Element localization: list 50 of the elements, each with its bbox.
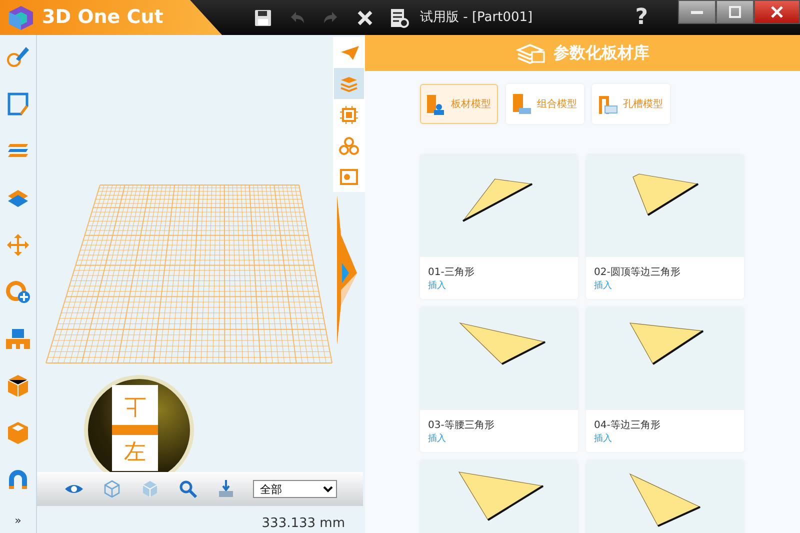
maximize-button[interactable] xyxy=(716,0,754,24)
library-title: 参数化板材库 xyxy=(554,42,650,64)
import-icon xyxy=(216,479,236,499)
insert-link[interactable]: 插入 xyxy=(428,280,446,294)
save-icon xyxy=(253,8,273,28)
search-icon xyxy=(178,479,198,499)
library-tab[interactable]: 板材模型 xyxy=(420,84,498,124)
model-name: 02-圆顶等边三角形 xyxy=(594,266,680,280)
triangle-board-drawing xyxy=(462,178,534,223)
document-title: 试用版 - [Part001] xyxy=(420,8,533,27)
cluster-icon xyxy=(339,136,359,156)
model-name: 01-三角形 xyxy=(428,266,474,280)
close-icon xyxy=(770,5,784,19)
panel-icon xyxy=(511,92,533,116)
model-card[interactable]: 04-等边三角形 插入 xyxy=(586,307,744,452)
cube-edge xyxy=(112,425,158,435)
view-cube[interactable]: 上 左 xyxy=(84,375,194,472)
model-name: 03-等腰三角形 xyxy=(428,419,494,433)
side-tab[interactable] xyxy=(334,68,364,99)
insert-link[interactable]: 插入 xyxy=(428,433,446,446)
distance-readout: 333.133 mm xyxy=(262,514,345,532)
expand-button[interactable]: » xyxy=(14,513,22,530)
logo-icon xyxy=(8,4,34,30)
panel-icon xyxy=(425,92,447,116)
library-tab[interactable]: 组合模型 xyxy=(506,84,584,124)
chip-icon xyxy=(339,104,359,124)
close-window-button[interactable] xyxy=(754,0,800,24)
cube-top-face: 上 xyxy=(112,385,158,425)
cube-icon xyxy=(102,479,122,499)
filter-select[interactable]: 全部 xyxy=(253,480,337,498)
search-button[interactable] xyxy=(177,478,199,500)
maximize-icon xyxy=(728,5,742,19)
gear-add-tool[interactable] xyxy=(4,278,32,306)
gear-add-icon xyxy=(4,278,32,306)
triangle-board-drawing xyxy=(632,173,700,217)
model-card[interactable]: 03-等腰三角形 插入 xyxy=(420,307,578,452)
insert-link[interactable]: 插入 xyxy=(594,280,612,294)
model-card[interactable]: 02-圆顶等边三角形 插入 xyxy=(586,154,744,299)
insert-link[interactable]: 插入 xyxy=(594,433,612,446)
model-name: 04-等边三角形 xyxy=(594,418,660,433)
library-tab[interactable]: 孔槽模型 xyxy=(592,84,670,124)
image-icon xyxy=(339,166,359,186)
minimize-button[interactable] xyxy=(678,0,716,24)
app-name: 3D One Cut xyxy=(42,5,164,30)
shaded-cube-icon xyxy=(140,479,160,499)
help-button[interactable]: ? xyxy=(629,0,654,35)
cube-front-face: 左 xyxy=(112,435,158,471)
model-card[interactable]: 01-三角形 插入 xyxy=(420,154,578,299)
settings-icon xyxy=(389,8,409,28)
boards-icon xyxy=(516,42,546,64)
